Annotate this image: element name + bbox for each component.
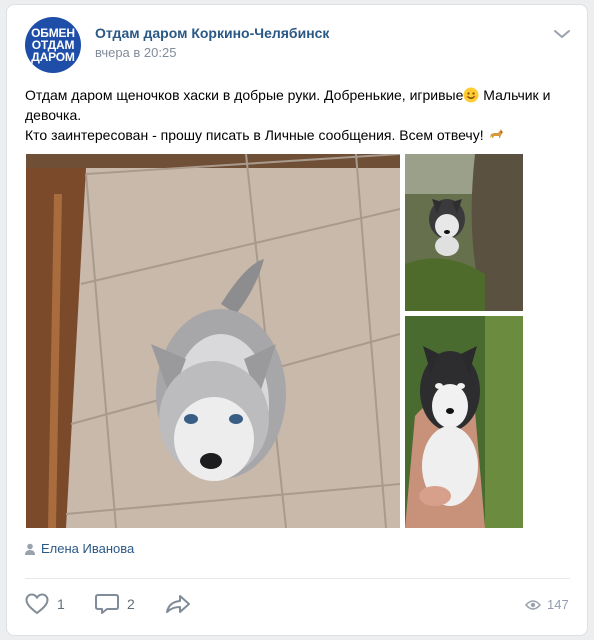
post-text-line-1: Отдам даром щеночков хаски в добрые руки… <box>25 87 464 103</box>
like-button[interactable]: 1 <box>25 593 65 615</box>
heart-icon <box>25 593 49 615</box>
smiling-face-icon <box>463 87 479 103</box>
post-text: Отдам даром щеночков хаски в добрые руки… <box>25 85 570 145</box>
views-counter: 147 <box>525 597 569 612</box>
chevron-down-icon[interactable] <box>553 27 571 41</box>
views-count: 147 <box>547 597 569 612</box>
comment-button[interactable]: 2 <box>95 593 135 615</box>
post-text-line-1-end: Мальчик и <box>479 87 551 103</box>
eye-icon <box>525 599 541 610</box>
photo-husky-puppy-under-tree[interactable] <box>405 154 523 311</box>
comment-count: 2 <box>127 596 135 612</box>
user-icon <box>25 543 35 555</box>
avatar-line-3: ДАРОМ <box>31 50 75 64</box>
comment-icon <box>95 594 119 614</box>
post-time[interactable]: вчера в 20:25 <box>95 45 176 60</box>
divider <box>25 578 570 579</box>
photo-husky-puppy-held-in-hands[interactable] <box>405 316 523 528</box>
group-name-link[interactable]: Отдам даром Коркино-Челябинск <box>95 25 329 41</box>
post-card: ОБМЕН ОТДАМ ДАРОМ Отдам даром Коркино-Че… <box>6 4 588 636</box>
author-name[interactable]: Елена Иванова <box>41 541 134 556</box>
group-avatar[interactable]: ОБМЕН ОТДАМ ДАРОМ <box>25 17 81 73</box>
post-text-line-3: Кто заинтересован - прошу писать в Личны… <box>25 127 484 143</box>
share-icon <box>166 595 190 613</box>
author-signature[interactable]: Елена Иванова <box>25 541 134 556</box>
dog-icon <box>489 129 503 138</box>
photo-husky-puppy-on-tiles[interactable] <box>26 154 400 528</box>
share-button[interactable] <box>165 593 191 615</box>
like-count: 1 <box>57 596 65 612</box>
post-text-line-2: девочка. <box>25 107 82 123</box>
